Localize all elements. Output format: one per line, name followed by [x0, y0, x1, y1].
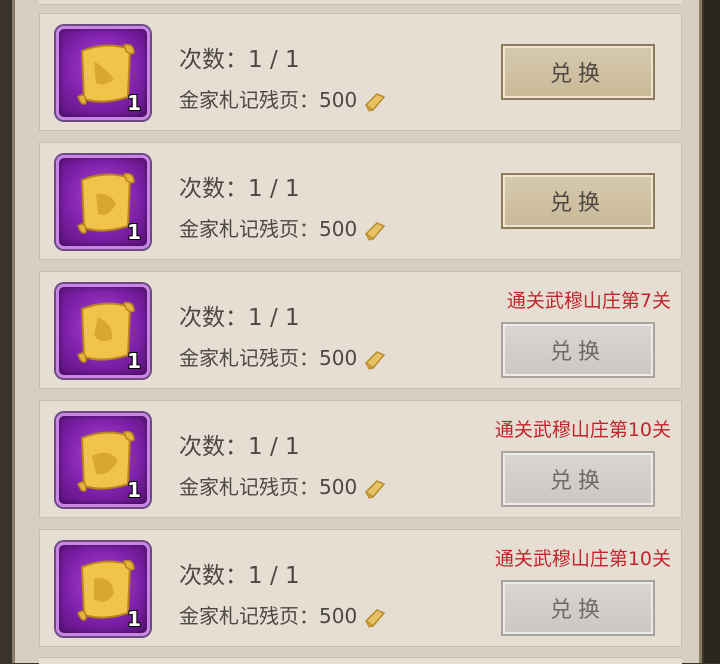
cost-value: 500	[319, 346, 358, 370]
exchange-times: 次数：1 / 1	[179, 305, 300, 331]
list-item-partial-top	[39, 0, 682, 5]
cost-label: 金家札记残页：	[179, 217, 319, 241]
item-slot[interactable]: 1	[56, 26, 150, 120]
exchange-cost: 金家札记残页：500	[179, 213, 387, 242]
scroll-fragment-icon	[365, 479, 386, 499]
unlock-requirement: 通关武穆山庄第7关	[506, 290, 671, 312]
item-slot[interactable]: 1	[56, 413, 150, 507]
scrollbar[interactable]	[704, 0, 720, 663]
scroll-fragment-icon	[365, 92, 386, 112]
list-item: 1 次数：1 / 1 金家札记残页：500 兑换	[39, 13, 682, 131]
cost-label: 金家札记残页：	[179, 346, 319, 370]
exchange-button[interactable]: 兑换	[501, 580, 655, 636]
cost-value: 500	[319, 88, 358, 112]
item-quantity: 1	[127, 478, 141, 502]
exchange-cost: 金家札记残页：500	[179, 600, 387, 629]
exchange-times: 次数：1 / 1	[179, 434, 300, 460]
exchange-times: 次数：1 / 1	[179, 176, 300, 202]
cost-label: 金家札记残页：	[179, 88, 319, 112]
exchange-button[interactable]: 兑换	[501, 44, 655, 100]
scroll-fragment-icon	[365, 221, 386, 241]
list-item: 1 通关武穆山庄第10关 次数：1 / 1 金家札记残页：500 兑换	[39, 529, 682, 647]
cost-value: 500	[319, 217, 358, 241]
exchange-times: 次数：1 / 1	[179, 563, 300, 589]
cost-label: 金家札记残页：	[179, 475, 319, 499]
exchange-times: 次数：1 / 1	[179, 47, 300, 73]
item-slot[interactable]: 1	[56, 284, 150, 378]
exchange-cost: 金家札记残页：500	[179, 471, 387, 500]
cost-label: 金家札记残页：	[179, 604, 319, 628]
scroll-fragment-icon	[365, 350, 386, 370]
exchange-cost: 金家札记残页：500	[179, 84, 387, 113]
list-item: 1 通关武穆山庄第7关 次数：1 / 1 金家札记残页：500 兑换	[39, 271, 682, 389]
list-item: 1 次数：1 / 1 金家札记残页：500 兑换	[39, 142, 682, 260]
exchange-button[interactable]: 兑换	[501, 322, 655, 378]
exchange-button[interactable]: 兑换	[501, 451, 655, 507]
scroll-fragment-icon	[365, 608, 386, 628]
unlock-requirement: 通关武穆山庄第10关	[494, 548, 671, 570]
item-quantity: 1	[127, 349, 141, 373]
item-quantity: 1	[127, 220, 141, 244]
cost-value: 500	[319, 604, 358, 628]
list-item: 1 通关武穆山庄第10关 次数：1 / 1 金家札记残页：500 兑换	[39, 400, 682, 518]
item-slot[interactable]: 1	[56, 155, 150, 249]
item-quantity: 1	[127, 91, 141, 115]
exchange-button[interactable]: 兑换	[501, 173, 655, 229]
cost-value: 500	[319, 475, 358, 499]
unlock-requirement: 通关武穆山庄第10关	[494, 419, 671, 441]
exchange-cost: 金家札记残页：500	[179, 342, 387, 371]
item-quantity: 1	[127, 607, 141, 631]
item-slot[interactable]: 1	[56, 542, 150, 636]
